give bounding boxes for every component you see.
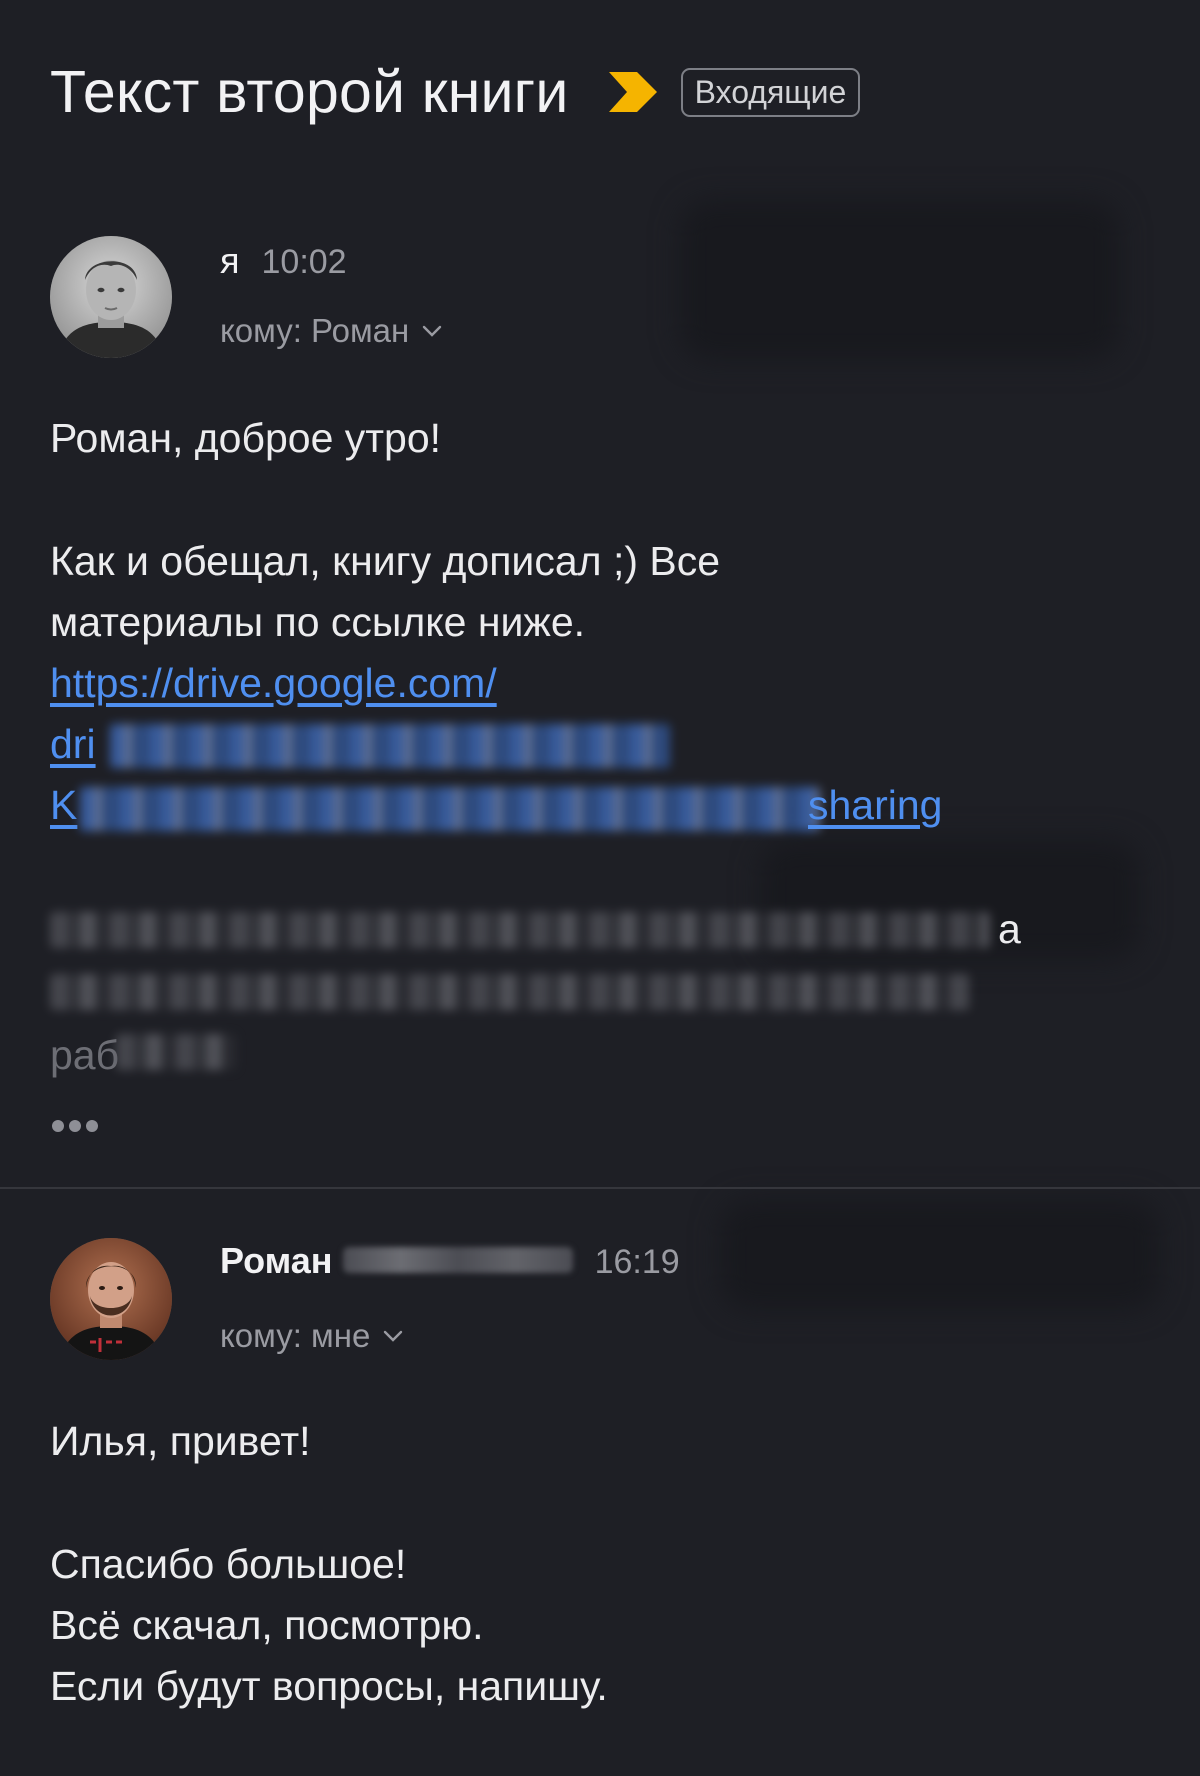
thread-header: Текст второй книги Входящие — [50, 54, 861, 130]
dot-icon — [86, 1120, 98, 1132]
message-body-line: Спасибо большое! — [50, 1541, 407, 1587]
thread-subject: Текст второй книги — [50, 59, 569, 125]
sender-avatar[interactable] — [50, 236, 172, 358]
redacted-link-segment — [110, 724, 670, 768]
message-greeting: Роман, доброе утро! — [50, 415, 442, 461]
email-thread-view: Текст второй книги Входящие я 10:02 кому… — [0, 0, 1200, 1776]
folder-badge-inbox[interactable]: Входящие — [680, 67, 861, 117]
message-body-fragment: раб — [50, 1032, 120, 1078]
redacted-text-line — [116, 1034, 236, 1070]
sender-avatar[interactable] — [50, 1238, 172, 1360]
drive-link-line-2[interactable]: dri — [50, 714, 96, 775]
dot-icon — [69, 1120, 81, 1132]
redacted-text-line — [50, 912, 990, 948]
drive-link[interactable]: https://drive.google.com/ — [50, 653, 497, 714]
recipient-toggle[interactable]: кому: Роман — [220, 312, 443, 350]
redaction-blur — [720, 1200, 1160, 1310]
drive-link-line-3[interactable]: K — [50, 775, 77, 836]
message-time: 10:02 — [261, 243, 347, 281]
user-avatar-icon — [50, 236, 172, 358]
message-body-fragment: а — [998, 906, 1021, 952]
sender-line: Роман 16:19 — [220, 1240, 680, 1282]
user-avatar-icon — [50, 1238, 172, 1360]
redacted-text-line — [50, 974, 970, 1010]
show-quoted-text-button[interactable] — [52, 1120, 98, 1132]
chevron-down-icon — [384, 1330, 403, 1342]
recipient-label: кому: Роман — [220, 312, 410, 349]
dot-icon — [52, 1120, 64, 1132]
drive-link-line-3-tail[interactable]: sharing — [808, 775, 942, 836]
recipient-toggle[interactable]: кому: мне — [220, 1317, 404, 1355]
message-body-line: Как и обещал, книгу дописал ;) Все — [50, 538, 721, 584]
message-greeting: Илья, привет! — [50, 1418, 311, 1464]
message-body-line: материалы по ссылке ниже. — [50, 599, 586, 645]
recipient-label: кому: мне — [220, 1317, 371, 1354]
message-divider — [0, 1187, 1200, 1189]
message-time: 16:19 — [594, 1243, 680, 1281]
message-body-line: Всё скачал, посмотрю. — [50, 1602, 484, 1648]
redacted-sender-surname — [342, 1247, 573, 1273]
redaction-blur — [680, 200, 1120, 360]
sender-name: Роман — [220, 1240, 333, 1281]
redacted-link-segment — [80, 787, 820, 831]
important-marker-icon[interactable] — [607, 70, 659, 114]
sender-line: я 10:02 — [220, 240, 347, 282]
message-body-line: Если будут вопросы, напишу. — [50, 1663, 608, 1709]
chevron-down-icon — [423, 325, 442, 337]
sender-name: я — [220, 240, 240, 281]
